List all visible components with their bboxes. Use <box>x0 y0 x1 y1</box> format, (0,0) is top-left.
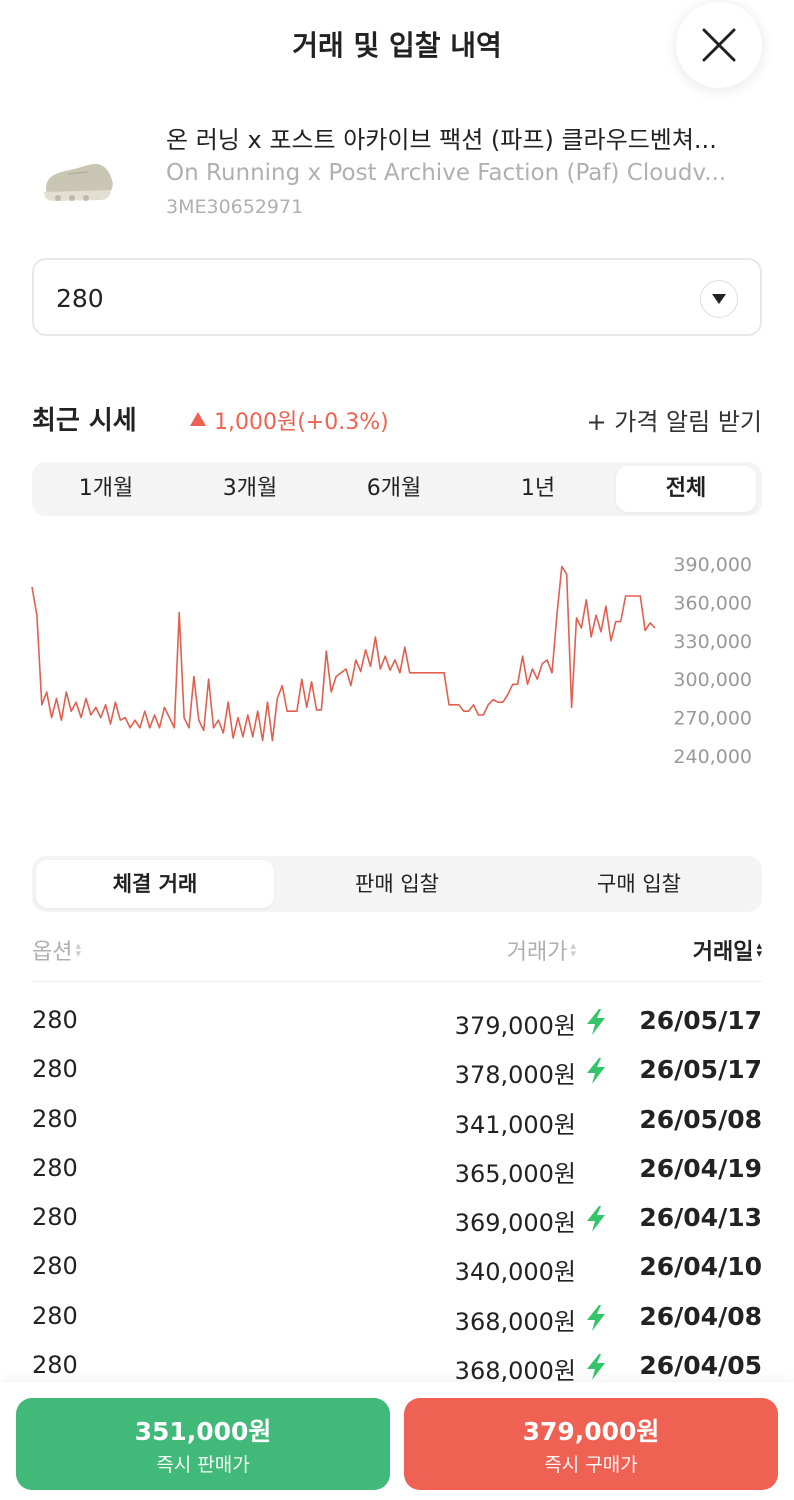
price-change-text: 1,000원(+0.3%) <box>214 410 389 435</box>
row-option: 280 <box>32 1301 78 1330</box>
bottom-action-bar: 351,000원 즉시 판매가 379,000원 즉시 구매가 <box>0 1382 794 1500</box>
row-date: 26/04/19 <box>639 1153 762 1183</box>
row-price: 341,000원 <box>454 1110 576 1139</box>
table-header: 옵션 ▴ ▾ 거래가 ▴ ▾ 거래일 ▴ ▾ <box>32 930 762 982</box>
header: 거래 및 입찰 내역 <box>0 0 794 90</box>
row-date: 26/04/08 <box>639 1301 762 1331</box>
row-price: 378,000원 <box>454 1061 576 1090</box>
close-button[interactable] <box>676 2 762 88</box>
row-date: 26/05/08 <box>639 1104 762 1134</box>
instant-buy-button[interactable]: 379,000원 즉시 구매가 <box>404 1398 778 1490</box>
header-date-label: 거래일 <box>692 940 754 965</box>
row-option: 280 <box>32 1153 78 1182</box>
sort-icon: ▴ ▾ <box>75 939 82 960</box>
y-tick-label: 300,000 <box>673 669 752 691</box>
row-option: 280 <box>32 1252 78 1281</box>
header-option-label: 옵션 <box>32 940 73 965</box>
product-name-en: On Running x Post Archive Faction (Paf) … <box>166 160 727 186</box>
y-tick-label: 240,000 <box>673 746 752 768</box>
lightning-icon <box>587 1354 605 1381</box>
tab-3-months[interactable]: 3개월 <box>180 466 320 512</box>
market-price-row: 최근 시세 1,000원(+0.3%) + 가격 알림 받기 <box>32 398 762 438</box>
product-thumbnail <box>44 164 113 201</box>
table-row: 280 368,000원 26/04/08 <box>32 1294 762 1343</box>
y-tick-label: 330,000 <box>673 631 752 653</box>
row-price: 369,000원 <box>454 1209 576 1238</box>
row-date: 26/05/17 <box>639 1055 762 1085</box>
size-select[interactable]: 280 <box>32 258 762 336</box>
dropdown-button[interactable] <box>700 280 738 318</box>
buy-price: 379,000원 <box>522 1417 660 1446</box>
trade-tabs: 체결 거래 판매 입찰 구매 입찰 <box>32 856 762 912</box>
row-date: 26/05/17 <box>639 1006 762 1035</box>
tab-sell-bids[interactable]: 판매 입찰 <box>278 860 516 908</box>
sell-price: 351,000원 <box>134 1417 272 1446</box>
triangle-down-icon <box>712 294 726 304</box>
trade-list: 280 379,000원 26/05/17 280 378,000원 26/05/17 28… <box>32 998 762 1392</box>
table-row: 280 341,000원 26/05/08 <box>32 1097 762 1146</box>
table-row: 280 369,000원 26/04/13 <box>32 1195 762 1244</box>
tab-6-months[interactable]: 6개월 <box>324 466 464 512</box>
header-date[interactable]: 거래일 ▴ ▾ <box>693 934 762 966</box>
row-price: 379,000원 <box>454 1012 576 1040</box>
lightning-icon <box>587 1206 605 1233</box>
sort-icon: ▴ ▾ <box>570 939 576 960</box>
row-option: 280 <box>32 1104 78 1133</box>
row-option: 280 <box>32 1006 78 1034</box>
row-option: 280 <box>32 1055 78 1084</box>
row-date: 26/04/10 <box>639 1252 762 1282</box>
table-row: 280 379,000원 26/05/17 <box>32 998 762 1047</box>
y-tick-label: 390,000 <box>673 554 752 576</box>
sell-label: 즉시 판매가 <box>156 1454 250 1476</box>
market-price-label: 최근 시세 <box>32 406 137 436</box>
table-row: 280 378,000원 26/05/17 <box>32 1047 762 1096</box>
row-price: 368,000원 <box>454 1357 576 1386</box>
row-date: 26/04/05 <box>639 1351 762 1381</box>
row-price: 368,000원 <box>454 1307 576 1336</box>
sort-icon: ▴ ▾ <box>756 939 762 960</box>
page-title: 거래 및 입찰 내역 <box>292 29 502 62</box>
lightning-icon <box>587 1058 605 1085</box>
price-change: 1,000원(+0.3%) <box>190 404 389 436</box>
table-row: 280 340,000원 26/04/10 <box>32 1244 762 1293</box>
row-price: 365,000원 <box>454 1159 576 1188</box>
triangle-up-icon <box>190 412 206 426</box>
lightning-icon <box>587 1304 605 1331</box>
size-select-value: 280 <box>56 284 104 313</box>
table-row: 280 365,000원 26/04/19 <box>32 1146 762 1195</box>
tab-1-month[interactable]: 1개월 <box>36 466 176 512</box>
price-series-line <box>31 565 656 742</box>
lightning-icon <box>587 1009 605 1035</box>
tab-1-year[interactable]: 1년 <box>468 466 608 512</box>
product-code: 3ME30652971 <box>166 196 304 218</box>
row-option: 280 <box>32 1203 78 1232</box>
row-option: 280 <box>32 1351 78 1380</box>
price-chart: 390,000 360,000 330,000 300,000 270,000 240,0… <box>31 554 752 768</box>
tab-all[interactable]: 전체 <box>616 466 756 512</box>
tab-buy-bids[interactable]: 구매 입찰 <box>520 860 758 908</box>
price-alert-button[interactable]: + 가격 알림 받기 <box>587 402 762 437</box>
header-price-label: 거래가 <box>506 940 568 965</box>
row-price: 340,000원 <box>454 1258 576 1287</box>
header-price[interactable]: 거래가 ▴ ▾ <box>507 934 576 966</box>
product-info: 온 러닝 x 포스트 아카이브 팩션 (파프) 클라우드벤쳐... On Run… <box>0 110 794 230</box>
instant-sell-button[interactable]: 351,000원 즉시 판매가 <box>16 1398 390 1490</box>
header-option[interactable]: 옵션 ▴ ▾ <box>32 934 81 966</box>
row-date: 26/04/13 <box>639 1203 762 1233</box>
product-name-ko: 온 러닝 x 포스트 아카이브 팩션 (파프) 클라우드벤쳐... <box>166 126 717 154</box>
period-tabs: 1개월 3개월 6개월 1년 전체 <box>32 462 762 516</box>
y-tick-label: 270,000 <box>673 708 752 730</box>
tab-completed-trades[interactable]: 체결 거래 <box>36 860 274 908</box>
y-tick-label: 360,000 <box>673 592 752 614</box>
buy-label: 즉시 구매가 <box>544 1454 638 1476</box>
close-icon <box>702 28 736 62</box>
